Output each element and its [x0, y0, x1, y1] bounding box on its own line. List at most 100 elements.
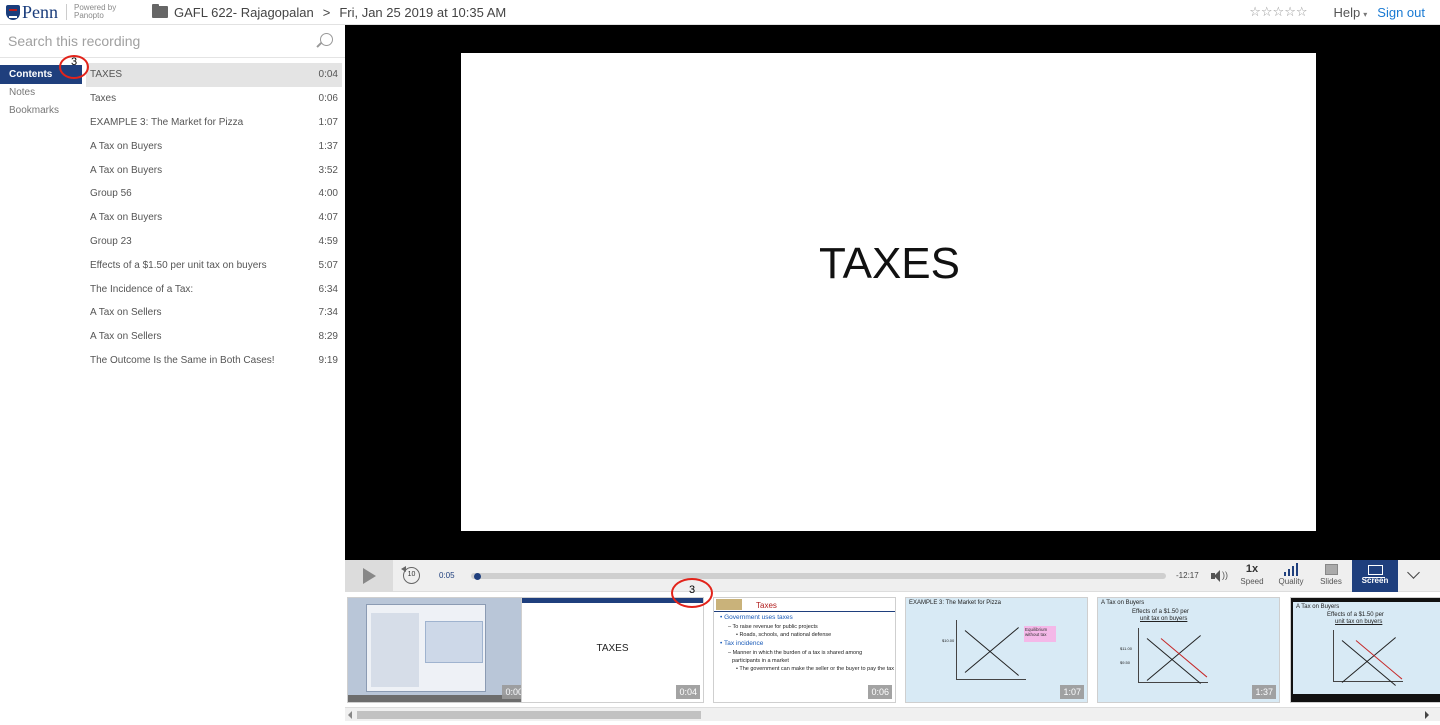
thumbnail[interactable]: A Tax on Buyers Effects of a $1.50 per u… — [1290, 597, 1440, 703]
toc-item[interactable]: A Tax on Sellers 7:34 — [86, 301, 342, 325]
scroll-right-icon[interactable] — [1425, 711, 1429, 719]
slide-title: TAXES — [818, 239, 960, 288]
quality-label: Quality — [1278, 577, 1304, 586]
penn-shield-icon — [6, 4, 20, 20]
thumbnail[interactable]: TAXES 0:04 — [521, 597, 704, 703]
speed-label: Speed — [1240, 577, 1264, 586]
supply-demand-graph — [956, 620, 1026, 680]
thumbnail-price: $10.00 — [942, 638, 955, 643]
contents-list: TAXES 0:04 Taxes 0:06 EXAMPLE 3: The Marke… — [86, 63, 342, 372]
thumbnail-bullet: – Manner in which the burden of a tax is… — [728, 650, 863, 656]
toc-item[interactable]: Effects of a $1.50 per unit tax on buyer… — [86, 253, 342, 277]
thumbnail-title: A Tax on Buyers — [1296, 604, 1340, 610]
thumbnail-strip: 0:00 TAXES 0:04 Taxes • Government uses … — [345, 592, 1440, 706]
current-slide: TAXES — [461, 53, 1316, 531]
thumbnail-bullet: – To raise revenue for public projects — [728, 624, 818, 630]
toc-item[interactable]: The Outcome Is the Same in Both Cases! 9:… — [86, 349, 342, 373]
toc-item[interactable]: Taxes 0:06 — [86, 87, 342, 111]
supply-demand-graph — [1333, 630, 1403, 686]
thumbnail-subtitle: Effects of a $1.50 per — [1327, 612, 1384, 618]
speed-button[interactable]: 1x Speed — [1238, 563, 1266, 587]
divider — [714, 611, 895, 612]
seek-handle[interactable] — [473, 572, 481, 580]
session-title: Fri, Jan 25 2019 at 10:35 AM — [339, 4, 507, 20]
slides-label: Slides — [1320, 577, 1342, 586]
toc-item[interactable]: A Tax on Buyers 3:52 — [86, 158, 342, 182]
thumbnail-time: 1:37 — [1252, 685, 1276, 699]
playback-controls: 10 0:05 -12:17 )) 1x Speed Quality Slide… — [345, 560, 1440, 592]
toc-item[interactable]: A Tax on Sellers 8:29 — [86, 325, 342, 349]
penn-logo-text: Penn — [22, 2, 58, 22]
quality-button[interactable]: Quality — [1275, 563, 1307, 587]
search-icon[interactable] — [320, 33, 333, 46]
top-bar: Penn Powered by Panopto GAFL 622- Rajago… — [0, 0, 1440, 25]
toc-item[interactable]: Group 23 4:59 — [86, 230, 342, 254]
screen-capture-image — [366, 604, 486, 692]
thumbnail-slide: A Tax on Buyers Effects of a $1.50 per u… — [1293, 602, 1440, 694]
rewind-10-icon[interactable]: 10 — [401, 566, 420, 584]
scroll-left-icon[interactable] — [348, 711, 352, 719]
search-input[interactable] — [8, 33, 298, 49]
signal-bars-icon — [1275, 563, 1307, 576]
scrollbar-thumb[interactable] — [357, 711, 701, 719]
thumbnail-bullet: participants in a market — [732, 658, 789, 664]
thumbnail-subtitle: unit tax on buyers — [1140, 616, 1188, 622]
play-button[interactable] — [345, 560, 393, 592]
slide-logo-image — [716, 599, 742, 610]
thumbnail-price: $9.50 — [1120, 660, 1131, 665]
thumbnail-title: EXAMPLE 3: The Market for Pizza — [909, 600, 1001, 606]
thumbnail-time: 0:06 — [868, 685, 892, 699]
volume-wave: )) — [1222, 570, 1228, 580]
thumbnail-title: A Tax on Buyers — [1101, 600, 1145, 606]
remaining-time: -12:17 — [1176, 571, 1199, 580]
toc-item[interactable]: A Tax on Buyers 1:37 — [86, 134, 342, 158]
annotation-marker: 3 — [59, 55, 89, 79]
toc-item[interactable]: The Incidence of a Tax: 6:34 — [86, 277, 342, 301]
monitor-icon — [1364, 565, 1385, 578]
annotation-marker: 3 — [671, 578, 713, 608]
screen-button[interactable]: Screen — [1352, 560, 1398, 592]
slides-button[interactable]: Slides — [1317, 563, 1345, 587]
slides-icon — [1324, 564, 1338, 575]
thumbnail[interactable]: Taxes • Government uses taxes – To raise… — [713, 597, 896, 703]
penn-logo[interactable]: Penn Powered by Panopto — [0, 3, 148, 21]
help-menu[interactable]: Help ▾ — [1334, 5, 1368, 20]
folder-icon — [152, 4, 168, 18]
search-bar — [0, 25, 345, 58]
toc-item[interactable]: Group 56 4:00 — [86, 182, 342, 206]
thumbnail[interactable]: 0:00 — [347, 597, 530, 703]
seek-bar[interactable] — [471, 572, 1166, 580]
thumbnail-bullet: • Roads, schools, and national defense — [736, 632, 832, 638]
left-panel: Contents Notes Bookmarks TAXES0:04 Taxes… — [0, 25, 345, 725]
thumbnail-subtitle: unit tax on buyers — [1335, 619, 1383, 625]
thumbnail[interactable]: EXAMPLE 3: The Market for Pizza $10.00 E… — [905, 597, 1088, 703]
rating-stars[interactable]: ☆☆☆☆☆ — [1249, 4, 1307, 20]
thumbnail-bullet: • The government can make the seller or … — [736, 666, 895, 672]
nav-bookmarks[interactable]: Bookmarks — [0, 102, 82, 120]
powered-by-panopto: Powered by Panopto — [66, 4, 116, 20]
nav-notes[interactable]: Notes — [0, 84, 82, 102]
thumbnail-time: 0:04 — [676, 685, 700, 699]
supply-demand-graph — [1138, 628, 1208, 684]
chevron-down-icon[interactable] — [1407, 566, 1420, 579]
help-caret-icon: ▾ — [1363, 9, 1368, 19]
breadcrumb-folder[interactable]: GAFL 622- Rajagopalan — [174, 5, 314, 20]
toc-item[interactable]: A Tax on Buyers 4:07 — [86, 206, 342, 230]
video-player[interactable]: TAXES — [345, 25, 1440, 560]
speed-value: 1x — [1245, 563, 1259, 575]
thumbnail-note: Equilibrium without tax — [1024, 626, 1056, 642]
thumbnail-subtitle: Effects of a $1.50 per — [1132, 609, 1189, 615]
thumbnail-time: 1:07 — [1060, 685, 1084, 699]
elapsed-time: 0:05 — [439, 571, 455, 580]
breadcrumb-separator: > — [322, 4, 331, 20]
thumbnail-title: Taxes — [756, 601, 777, 610]
thumbnail-bullet: • Government uses taxes — [720, 614, 793, 621]
toc-item[interactable]: TAXES 0:04 — [86, 63, 342, 87]
thumbnail[interactable]: A Tax on Buyers Effects of a $1.50 per u… — [1097, 597, 1280, 703]
thumbnail-bullet: • Tax incidence — [720, 640, 764, 647]
thumbnail-scrollbar[interactable] — [345, 707, 1440, 721]
toc-item[interactable]: EXAMPLE 3: The Market for Pizza 1:07 — [86, 111, 342, 135]
thumbnail-text: TAXES — [596, 643, 629, 654]
thumbnail-price: $11.00 — [1120, 646, 1132, 651]
sign-out-link[interactable]: Sign out — [1377, 5, 1425, 20]
